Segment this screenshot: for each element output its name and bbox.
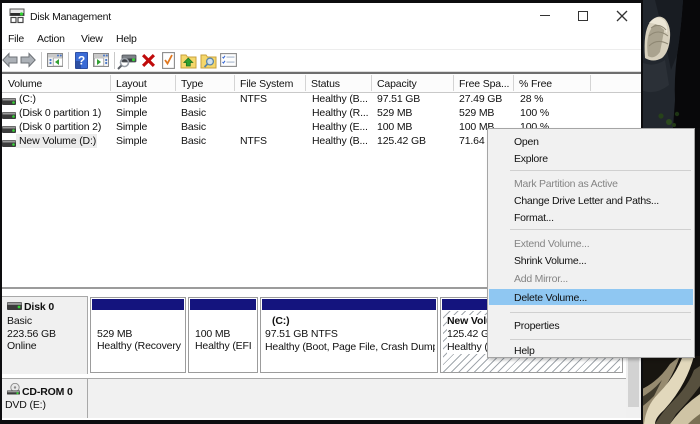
svg-text:?: ? [78, 54, 85, 68]
